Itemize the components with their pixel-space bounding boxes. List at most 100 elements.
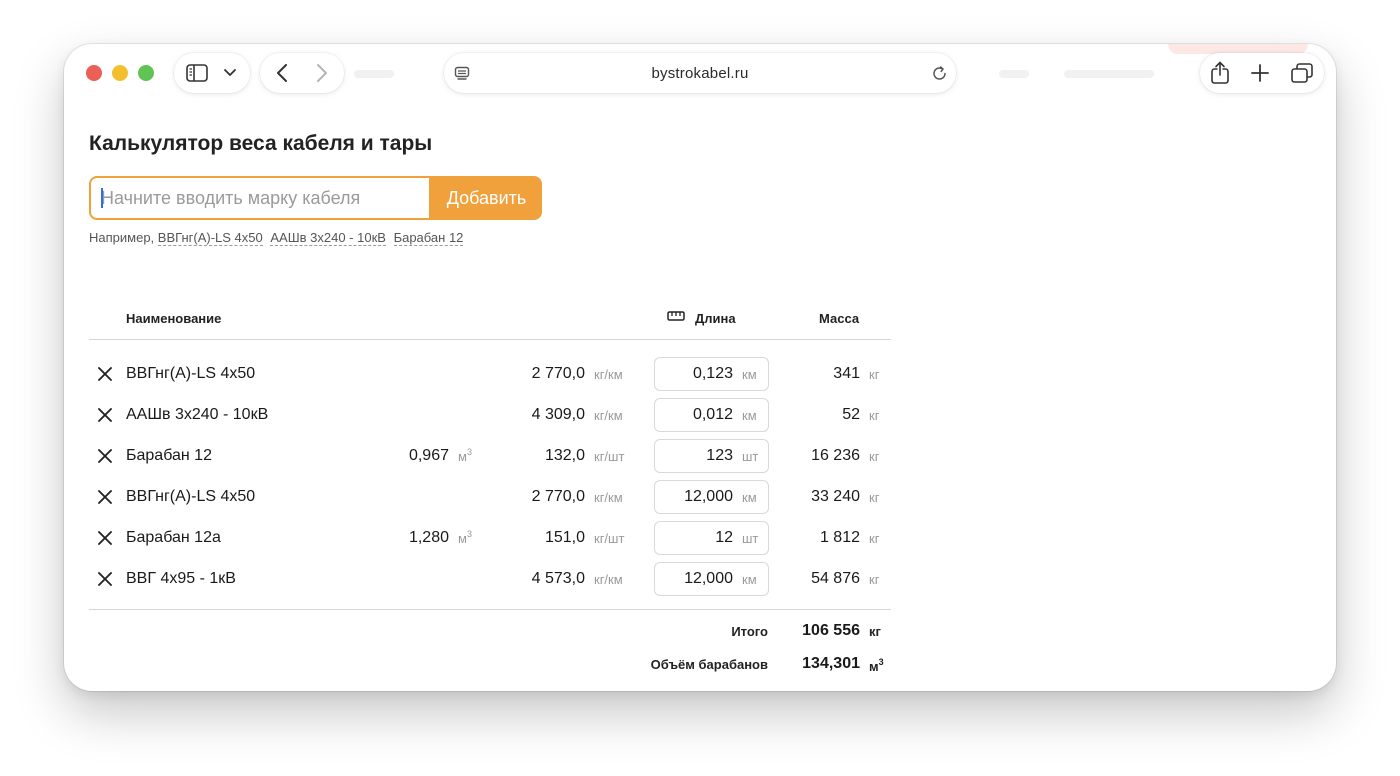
tabs-overview-icon[interactable] <box>1291 63 1313 83</box>
drum-volume-unit-text: м <box>869 659 879 674</box>
chevron-down-icon[interactable] <box>224 69 236 77</box>
length-unit: км <box>742 490 757 505</box>
length-unit: км <box>742 408 757 423</box>
length-input[interactable] <box>655 481 733 513</box>
sidebar-toggle-group <box>174 53 250 93</box>
row-mass-unit: кг <box>869 408 880 423</box>
row-name: ААШв 3х240 - 10кВ <box>126 406 269 423</box>
length-field[interactable]: шт <box>654 439 769 473</box>
row-unit-weight-unit: кг/км <box>594 408 623 423</box>
close-window-button[interactable] <box>86 65 102 81</box>
length-unit: км <box>742 572 757 587</box>
forward-icon[interactable] <box>316 64 328 82</box>
row-name: ВВГнг(А)-LS 4x50 <box>126 488 256 505</box>
remove-row-icon[interactable] <box>96 447 114 465</box>
row-name: ВВГнг(А)-LS 4x50 <box>126 365 256 382</box>
row-unit-weight-unit: кг/шт <box>594 449 625 464</box>
page-title: Калькулятор веса кабеля и тары <box>89 132 433 155</box>
cable-search-field[interactable] <box>89 176 431 220</box>
drum-volume-value: 134,301 <box>802 655 860 672</box>
table-row: ВВГнг(А)-LS 4x50 2 770,0 кг/км км 33 240… <box>64 477 1336 518</box>
length-input[interactable] <box>655 522 733 554</box>
volume-unit-text: м <box>458 531 467 546</box>
remove-row-icon[interactable] <box>96 488 114 506</box>
table-divider <box>89 339 891 340</box>
tab-ghost <box>999 70 1029 78</box>
browser-window: bystrokabel.ru Калькулятор веса кабеля и… <box>64 44 1336 691</box>
table-row: Барабан 12 0,967 м3 132,0 кг/шт шт 16 23… <box>64 436 1336 477</box>
row-unit-weight: 4 573,0 <box>531 570 585 587</box>
row-unit-weight-unit: кг/км <box>594 572 623 587</box>
column-header-name: Наименование <box>126 311 222 326</box>
row-unit-weight: 2 770,0 <box>531 488 585 505</box>
length-field[interactable]: км <box>654 398 769 432</box>
row-mass-unit: кг <box>869 490 880 505</box>
cubic-superscript: 3 <box>878 657 884 667</box>
total-mass-value: 106 556 <box>802 622 860 639</box>
length-field[interactable]: км <box>654 562 769 596</box>
sidebar-icon[interactable] <box>186 64 208 82</box>
tab-ghost <box>354 70 394 78</box>
remove-row-icon[interactable] <box>96 529 114 547</box>
address-bar[interactable]: bystrokabel.ru <box>444 53 956 93</box>
table-row: ВВГ 4х95 - 1кВ 4 573,0 кг/км км 54 876 к… <box>64 559 1336 600</box>
row-name: Барабан 12а <box>126 529 221 546</box>
examples-hint: Например, ВВГнг(А)-LS 4x50 ААШв 3х240 - … <box>89 230 467 246</box>
text-caret <box>101 188 103 208</box>
drum-volume-label: Объём барабанов <box>650 657 768 672</box>
row-mass: 1 812 <box>819 529 860 546</box>
length-input[interactable] <box>655 563 733 595</box>
length-field[interactable]: шт <box>654 521 769 555</box>
example-link[interactable]: Барабан 12 <box>393 230 464 246</box>
back-icon[interactable] <box>276 64 288 82</box>
page-menu-icon[interactable] <box>454 66 470 82</box>
row-unit-weight: 2 770,0 <box>531 365 585 382</box>
length-unit: шт <box>742 449 759 464</box>
row-volume-unit: м3 <box>458 529 472 546</box>
remove-row-icon[interactable] <box>96 570 114 588</box>
table-divider <box>89 609 891 610</box>
row-name: Барабан 12 <box>126 447 212 464</box>
share-icon[interactable] <box>1210 61 1230 85</box>
example-link[interactable]: ААШв 3х240 - 10кВ <box>270 230 386 246</box>
add-button[interactable]: Добавить <box>431 176 542 220</box>
length-field[interactable]: км <box>654 480 769 514</box>
length-unit: км <box>742 367 757 382</box>
cubic-superscript: 3 <box>466 529 472 539</box>
column-header-length: Длина <box>695 311 736 326</box>
row-volume-unit: м3 <box>458 447 472 464</box>
length-unit: шт <box>742 531 759 546</box>
row-mass-unit: кг <box>869 449 880 464</box>
table-row: ВВГнг(А)-LS 4x50 2 770,0 кг/км км 341 кг <box>64 354 1336 395</box>
url-text[interactable]: bystrokabel.ru <box>651 65 748 82</box>
remove-row-icon[interactable] <box>96 365 114 383</box>
examples-prefix: Например, <box>89 230 155 245</box>
navigation-group <box>260 53 344 93</box>
browser-toolbar: bystrokabel.ru <box>64 44 1336 104</box>
reload-icon[interactable] <box>931 65 948 82</box>
row-mass-unit: кг <box>869 531 880 546</box>
length-input[interactable] <box>655 358 733 390</box>
new-tab-icon[interactable] <box>1251 64 1269 82</box>
total-label: Итого <box>731 624 768 639</box>
row-unit-weight-unit: кг/км <box>594 367 623 382</box>
row-mass: 16 236 <box>811 447 860 464</box>
row-unit-weight-unit: кг/км <box>594 490 623 505</box>
remove-row-icon[interactable] <box>96 406 114 424</box>
row-mass: 54 876 <box>811 570 860 587</box>
length-input[interactable] <box>655 440 733 472</box>
length-input[interactable] <box>655 399 733 431</box>
row-volume: 1,280 <box>408 529 449 546</box>
zoom-window-button[interactable] <box>138 65 154 81</box>
length-field[interactable]: км <box>654 357 769 391</box>
row-unit-weight: 132,0 <box>544 447 585 464</box>
tab-ghost <box>1064 70 1154 78</box>
cubic-superscript: 3 <box>466 447 472 457</box>
minimize-window-button[interactable] <box>112 65 128 81</box>
example-link[interactable]: ВВГнг(А)-LS 4x50 <box>157 230 263 246</box>
row-mass: 341 <box>833 365 860 382</box>
row-mass-unit: кг <box>869 367 880 382</box>
row-mass-unit: кг <box>869 572 880 587</box>
row-mass: 33 240 <box>811 488 860 505</box>
cable-search-input[interactable] <box>91 178 429 218</box>
